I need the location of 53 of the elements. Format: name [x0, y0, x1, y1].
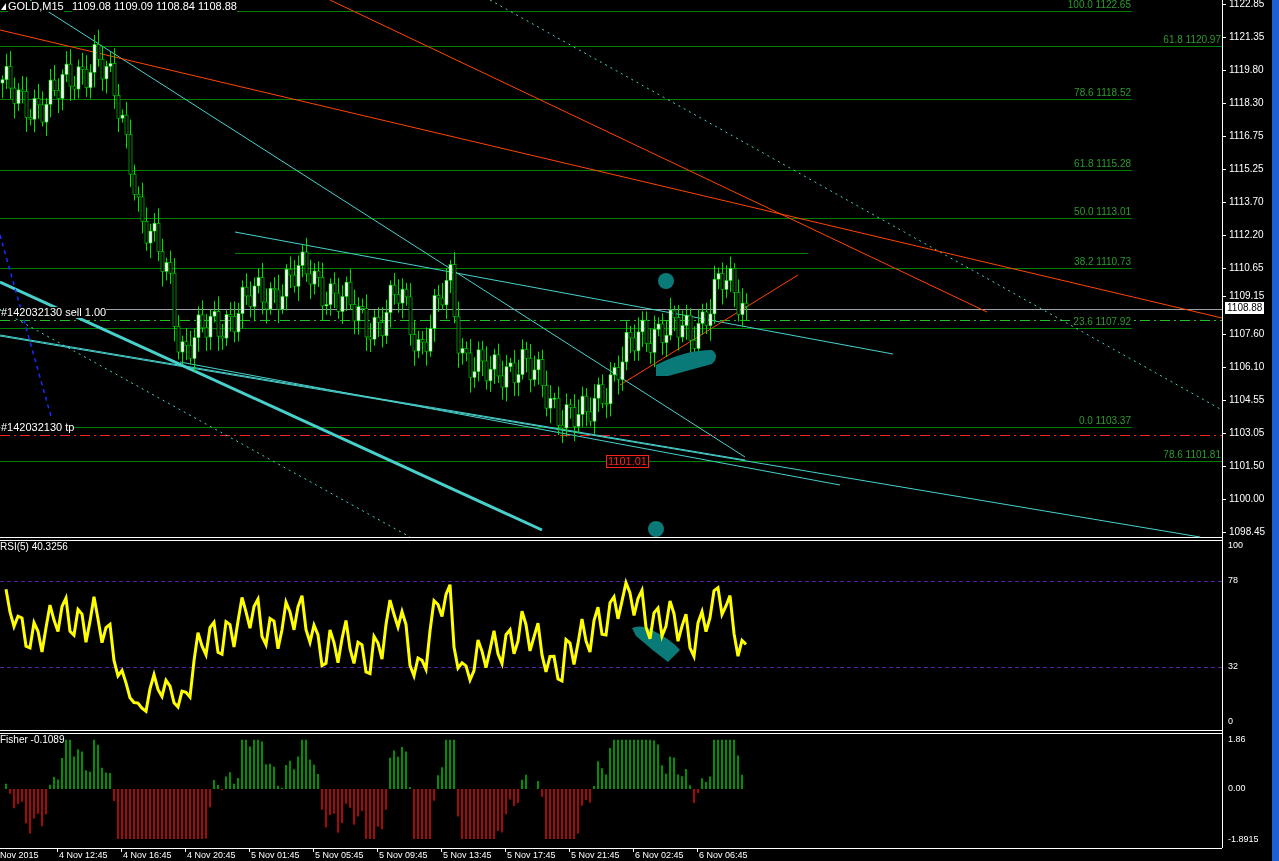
fib-level-label: 78.6 1101.81	[1163, 450, 1221, 460]
time-axis-label: 4 Nov 20:45	[187, 851, 236, 860]
fib-level-label: 100.0 1122.65	[1067, 0, 1131, 10]
price-axis-label: 1115.25	[1229, 164, 1264, 174]
fisher-axis-label: 0.00	[1228, 784, 1246, 793]
fib-level-label: 61.8 1115.28	[1074, 159, 1131, 169]
fib-level-label: 38.2 1110.73	[1074, 257, 1131, 267]
chart-symbol-title: GOLD,M15	[8, 1, 64, 12]
current-price-tag: 1108.88	[1225, 302, 1265, 314]
fisher-label: Fisher -0.1089	[0, 735, 65, 745]
rsi-axis-label: 0	[1228, 717, 1233, 726]
fisher-axis-label: -1.8915	[1228, 835, 1259, 844]
time-axis-label: 5 Nov 09:45	[379, 851, 428, 860]
price-axis-label: 1107.60	[1229, 329, 1265, 339]
time-axis-label: 4 Nov 12:45	[59, 851, 108, 860]
rsi-axis-label: 100	[1228, 541, 1244, 550]
rsi-axis-label: 78	[1228, 576, 1238, 585]
rsi-label: RSI(5) 40.3256	[0, 542, 68, 552]
time-axis-label: 5 Nov 17:45	[507, 851, 556, 860]
rsi-axis-label: 32	[1228, 662, 1238, 671]
price-axis-label: 1122.85	[1229, 0, 1265, 9]
price-axis-label: 1109.15	[1229, 291, 1265, 301]
fib-level-label: 61.8 1120.97	[1163, 35, 1221, 45]
time-axis-label: 5 Nov 05:45	[315, 851, 364, 860]
price-axis-label: 1119.80	[1229, 65, 1264, 75]
fib-level-label: 0.0 1103.37	[1078, 416, 1131, 426]
fib-level-label: 78.6 1118.52	[1074, 88, 1131, 98]
order-label: #142032130 tp	[1, 422, 75, 433]
price-axis-label: 1106.10	[1229, 362, 1265, 372]
price-axis-label: 1103.05	[1229, 428, 1265, 438]
price-axis-label: 1116.75	[1229, 131, 1264, 141]
price-axis-label: 1101.50	[1229, 461, 1265, 471]
price-tag: 1101.01	[606, 455, 649, 468]
time-axis-label: Nov 2015	[0, 851, 39, 860]
time-axis-label: 6 Nov 06:45	[699, 851, 748, 860]
fib-level-label: 50.0 1113.01	[1074, 207, 1131, 217]
fisher-axis-label: 1.86	[1228, 735, 1246, 744]
fib-level-label: 23.6 1107.92	[1073, 317, 1131, 327]
price-axis-label: 1112.20	[1229, 230, 1264, 240]
time-axis-label: 5 Nov 01:45	[251, 851, 300, 860]
price-axis-label: 1121.35	[1229, 32, 1265, 42]
price-axis-label: 1110.65	[1229, 263, 1264, 273]
price-axis-label: 1100.00	[1229, 494, 1265, 504]
price-axis-label: 1104.55	[1229, 395, 1265, 405]
time-axis-label: 4 Nov 16:45	[123, 851, 172, 860]
time-axis-label: 5 Nov 13:45	[443, 851, 492, 860]
time-axis-label: 5 Nov 21:45	[571, 851, 620, 860]
time-axis-label: 6 Nov 02:45	[635, 851, 684, 860]
ohlc-values: 1109.08 1109.09 1108.84 1108.88	[72, 1, 237, 12]
order-label: #142032130 sell 1.00	[1, 307, 107, 318]
price-axis-label: 1118.30	[1229, 98, 1264, 108]
price-axis-label: 1098.45	[1229, 527, 1266, 537]
price-axis-label: 1113.70	[1229, 197, 1264, 207]
